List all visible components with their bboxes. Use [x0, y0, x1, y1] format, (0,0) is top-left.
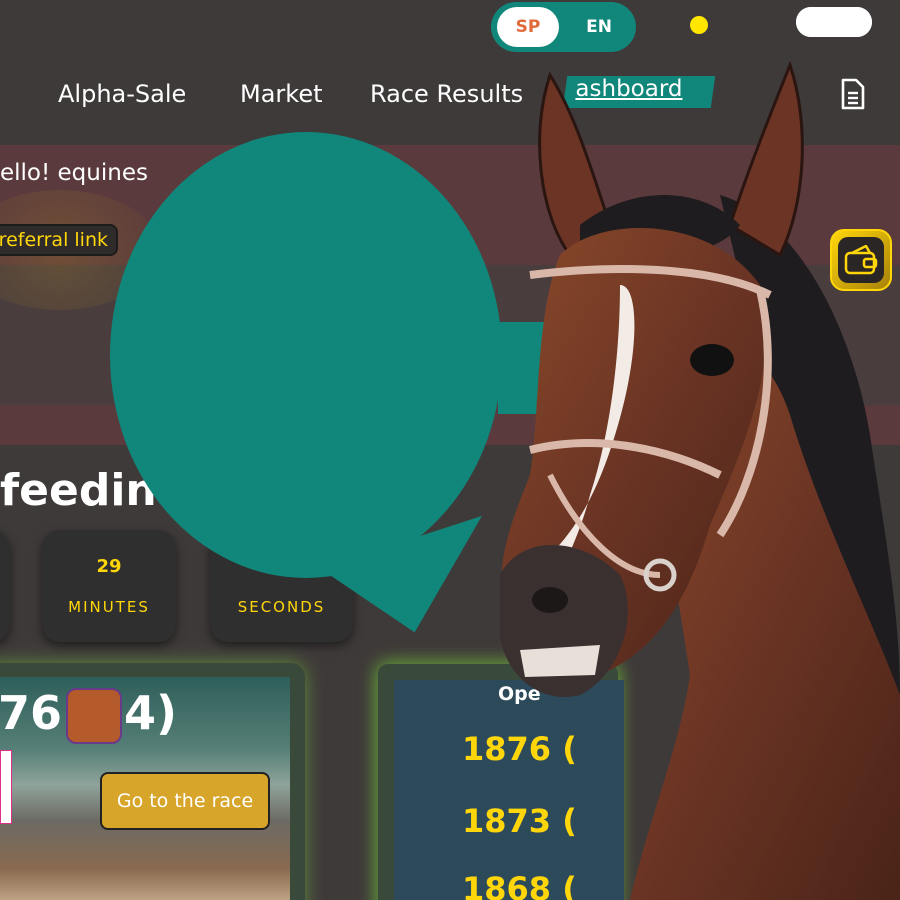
timer-minutes-label: MINUTES — [68, 598, 150, 616]
race-card-marker — [0, 750, 12, 824]
jockey-icon — [66, 688, 122, 744]
referral-link-button[interactable]: referral link — [0, 224, 118, 256]
race-card-title-tail: 4) — [124, 686, 178, 740]
timer-box-minutes: 29 MINUTES — [42, 530, 176, 642]
language-toggle[interactable]: SP EN — [491, 2, 636, 52]
timer-minutes-value: 29 — [96, 556, 122, 577]
horse-mascot-icon — [500, 60, 900, 900]
go-to-race-button[interactable]: Go to the race — [100, 772, 270, 830]
timer-box-hours — [0, 530, 10, 642]
moon-icon[interactable] — [690, 16, 708, 34]
page: SP EN ON Alpha-Sale Market Race Results … — [0, 0, 900, 900]
lang-en-button[interactable]: EN — [569, 7, 629, 47]
greeting-text: ello! equines — [0, 160, 148, 186]
speech-bubble — [110, 132, 502, 578]
section-title: feedin — [0, 465, 157, 516]
lang-sp-button[interactable]: SP — [497, 7, 559, 47]
